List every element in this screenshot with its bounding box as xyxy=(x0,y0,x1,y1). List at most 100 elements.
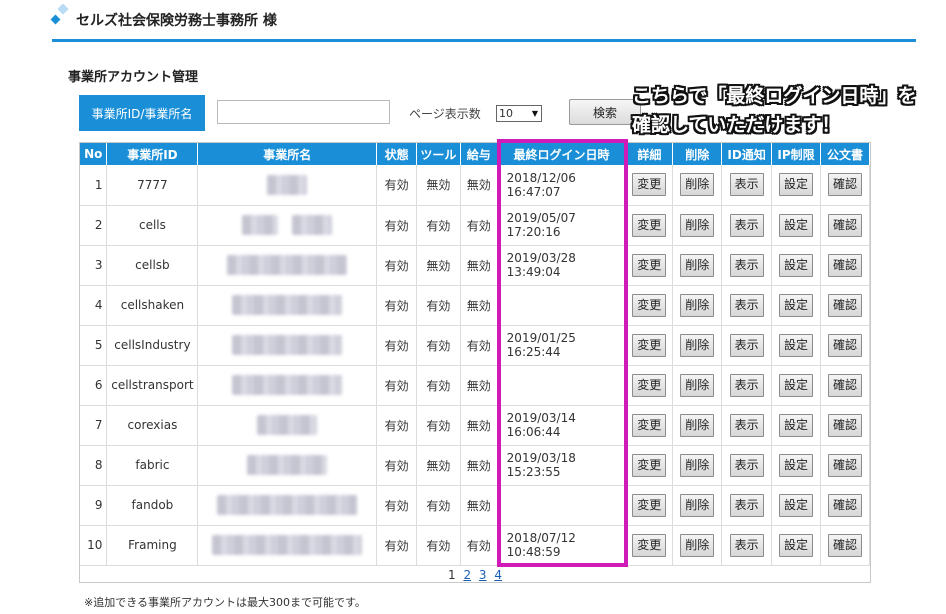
delete-button[interactable]: 削除 xyxy=(680,373,715,397)
ip-limit-button[interactable]: 設定 xyxy=(779,373,814,397)
change-button[interactable]: 変更 xyxy=(632,453,667,477)
change-button[interactable]: 変更 xyxy=(632,373,667,397)
ip-limit-button[interactable]: 設定 xyxy=(779,293,814,317)
docs-confirm-cell: 確認 xyxy=(820,285,870,326)
search-button[interactable]: 検索 xyxy=(569,99,641,125)
ip-limit-button[interactable]: 設定 xyxy=(779,253,814,277)
change-button[interactable]: 変更 xyxy=(632,173,667,197)
docs-confirm-button[interactable]: 確認 xyxy=(828,493,862,517)
id-notify-button[interactable]: 表示 xyxy=(729,493,764,517)
salary-cell: 有効 xyxy=(460,205,498,246)
docs-confirm-cell: 確認 xyxy=(820,405,870,446)
id-notify-button[interactable]: 表示 xyxy=(729,173,764,197)
id-notify-button[interactable]: 表示 xyxy=(729,253,764,277)
table-row: 6 cellstransport 有効 有効 無効 変更 削除 表示 設定 確認 xyxy=(80,365,870,406)
status-cell: 有効 xyxy=(376,525,418,566)
docs-confirm-cell: 確認 xyxy=(820,205,870,246)
last-login-cell: 2018/12/06 16:47:07 xyxy=(497,165,627,206)
ip-limit-button[interactable]: 設定 xyxy=(779,493,814,517)
office-name-title: セルズ社会保険労務士事務所 様 xyxy=(76,13,277,29)
salary-cell: 無効 xyxy=(460,285,498,326)
delete-button[interactable]: 削除 xyxy=(680,333,715,357)
delete-button[interactable]: 削除 xyxy=(680,453,715,477)
status-cell: 有効 xyxy=(376,285,418,326)
account-table-container: No 事業所ID 事業所名 状態 ツール 給与 最終ログイン日時 詳細 削除 ID通知 IP制限 公文… xyxy=(79,142,871,583)
tool-cell: 無効 xyxy=(416,245,461,286)
docs-confirm-button[interactable]: 確認 xyxy=(828,453,862,477)
office-id-cell: fandob xyxy=(106,485,199,526)
ip-limit-cell: 設定 xyxy=(771,165,821,206)
ip-limit-button[interactable]: 設定 xyxy=(779,213,814,237)
docs-confirm-button[interactable]: 確認 xyxy=(828,173,862,197)
docs-confirm-button[interactable]: 確認 xyxy=(828,413,862,437)
id-notify-button[interactable]: 表示 xyxy=(729,413,764,437)
search-input[interactable] xyxy=(217,100,390,124)
redacted-name-block xyxy=(257,415,318,435)
id-notify-button[interactable]: 表示 xyxy=(729,453,764,477)
page-size-select[interactable]: 10 ▼ xyxy=(496,105,542,122)
docs-confirm-button[interactable]: 確認 xyxy=(828,253,862,277)
docs-confirm-cell: 確認 xyxy=(820,365,870,406)
table-row: 10 Framing 有効 有効 有効 2018/07/12 10:48:59 変更 削除 表示… xyxy=(80,525,870,566)
office-name-cell xyxy=(197,485,378,526)
id-notify-button[interactable]: 表示 xyxy=(729,533,764,557)
docs-confirm-button[interactable]: 確認 xyxy=(828,373,862,397)
docs-confirm-cell: 確認 xyxy=(820,325,870,366)
delete-button[interactable]: 削除 xyxy=(680,173,715,197)
ip-limit-button[interactable]: 設定 xyxy=(779,333,814,357)
ip-limit-button[interactable]: 設定 xyxy=(779,533,814,557)
office-id-cell: cellstransport xyxy=(106,365,199,406)
docs-confirm-button[interactable]: 確認 xyxy=(828,333,862,357)
change-button[interactable]: 変更 xyxy=(632,493,667,517)
id-notify-button[interactable]: 表示 xyxy=(729,213,764,237)
delete-button[interactable]: 削除 xyxy=(680,413,715,437)
delete-button[interactable]: 削除 xyxy=(680,493,715,517)
status-cell: 有効 xyxy=(376,325,418,366)
pagination-page-4[interactable]: 4 xyxy=(494,568,502,582)
pagination: 1 2 3 4 xyxy=(80,568,870,582)
redacted-name-block xyxy=(292,215,333,235)
table-row: 4 cellshaken 有効 有効 無効 変更 削除 表示 設定 確認 xyxy=(80,285,870,326)
ip-limit-cell: 設定 xyxy=(771,365,821,406)
salary-cell: 無効 xyxy=(460,485,498,526)
office-name-cell xyxy=(197,405,378,446)
change-button[interactable]: 変更 xyxy=(632,413,667,437)
ip-limit-button[interactable]: 設定 xyxy=(779,173,814,197)
change-button[interactable]: 変更 xyxy=(632,253,667,277)
pagination-page-2[interactable]: 2 xyxy=(463,568,471,582)
id-notify-button[interactable]: 表示 xyxy=(729,293,764,317)
id-notify-button[interactable]: 表示 xyxy=(729,333,764,357)
change-button[interactable]: 変更 xyxy=(632,533,667,557)
col-detail-header: 詳細 xyxy=(625,143,674,165)
delete-button[interactable]: 削除 xyxy=(680,213,715,237)
delete-cell: 削除 xyxy=(672,365,723,406)
docs-confirm-button[interactable]: 確認 xyxy=(828,213,862,237)
office-name-cell xyxy=(197,165,378,206)
chevron-down-icon: ▼ xyxy=(531,109,538,118)
table-body: 1 7777 有効 無効 無効 2018/12/06 16:47:07 変更 削除 表示 設定 確認… xyxy=(80,165,870,566)
pagination-page-3[interactable]: 3 xyxy=(479,568,487,582)
office-name-cell xyxy=(197,525,378,566)
last-login-cell: 2019/03/14 16:06:44 xyxy=(497,405,627,446)
docs-confirm-button[interactable]: 確認 xyxy=(828,293,862,317)
col-delete-header: 削除 xyxy=(672,143,723,165)
tool-cell: 有効 xyxy=(416,205,461,246)
id-notify-button[interactable]: 表示 xyxy=(729,373,764,397)
change-button[interactable]: 変更 xyxy=(632,293,667,317)
redacted-name-block xyxy=(212,535,363,555)
change-button[interactable]: 変更 xyxy=(632,333,667,357)
delete-button[interactable]: 削除 xyxy=(680,293,715,317)
delete-button[interactable]: 削除 xyxy=(680,253,715,277)
page-title: 事業所アカウント管理 xyxy=(68,70,199,85)
change-button[interactable]: 変更 xyxy=(632,213,667,237)
ip-limit-button[interactable]: 設定 xyxy=(779,413,814,437)
id-notify-cell: 表示 xyxy=(721,525,773,566)
delete-button[interactable]: 削除 xyxy=(680,533,715,557)
change-cell: 変更 xyxy=(625,405,674,446)
docs-confirm-cell: 確認 xyxy=(820,445,870,486)
col-salary-header: 給与 xyxy=(460,143,498,165)
docs-confirm-button[interactable]: 確認 xyxy=(828,533,862,557)
row-number: 7 xyxy=(80,405,108,446)
ip-limit-button[interactable]: 設定 xyxy=(779,453,814,477)
tool-cell: 有効 xyxy=(416,325,461,366)
